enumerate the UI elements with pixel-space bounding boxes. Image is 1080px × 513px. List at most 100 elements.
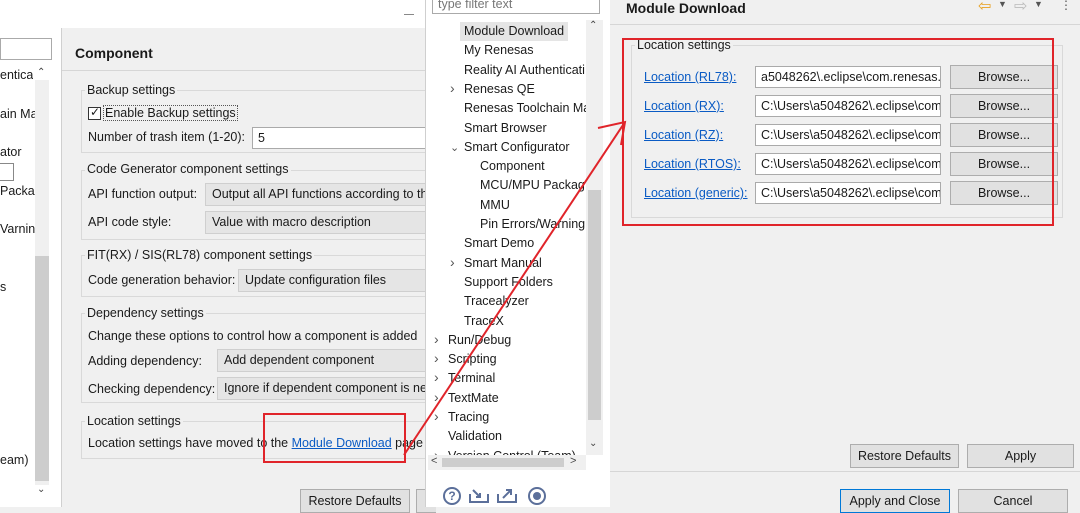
help-icon[interactable]: ? (443, 487, 461, 505)
tree-item-label: Run/Debug (448, 332, 512, 347)
chevron-right-icon[interactable]: › (434, 389, 439, 405)
trash-item-label: Number of trash item (1-20): (88, 130, 245, 144)
left-sidebar-item[interactable]: s (0, 280, 6, 294)
api-style-label: API code style: (88, 215, 172, 229)
tree-item[interactable]: TextMate (448, 389, 499, 408)
scroll-up-icon[interactable]: ⌃ (37, 67, 45, 78)
left-sidebar-item[interactable]: ator (0, 145, 22, 159)
forward-arrow-icon[interactable]: ⇨ (1014, 0, 1027, 16)
left-sidebar-filter-input[interactable] (0, 38, 52, 60)
scroll-down-icon[interactable]: ⌄ (37, 484, 45, 495)
left-sidebar (0, 28, 62, 507)
adding-dependency-label: Adding dependency: (88, 354, 202, 368)
chevron-right-icon[interactable]: › (434, 369, 439, 385)
chevron-right-icon[interactable]: › (434, 350, 439, 366)
tree-item[interactable]: Support Folders (464, 273, 553, 292)
cancel-button[interactable]: Cancel (958, 489, 1068, 513)
tree-item[interactable]: Scripting (448, 350, 497, 369)
tree-item[interactable]: Smart Configurator (464, 138, 570, 157)
tree-item[interactable]: Smart Demo (464, 234, 534, 253)
hscroll-right-icon[interactable]: > (570, 455, 576, 467)
left-sidebar-item[interactable]: Packag (0, 184, 36, 198)
left-sidebar-selection (0, 163, 14, 181)
chevron-right-icon[interactable]: › (434, 408, 439, 424)
export-icon[interactable] (496, 488, 518, 504)
tree-item-label: Smart Demo (464, 236, 535, 251)
left-sidebar-item[interactable]: enticati (0, 68, 33, 82)
tree-item[interactable]: MMU (480, 196, 510, 215)
tree-item-label: TextMate (448, 390, 499, 405)
codegen-settings-title: Code Generator component settings (85, 162, 291, 176)
hscroll-left-icon[interactable]: < (431, 455, 437, 467)
tree-vertical-scrollbar[interactable] (586, 20, 603, 455)
chevron-right-icon[interactable]: › (434, 447, 439, 455)
tree-hscroll-thumb[interactable] (442, 458, 564, 467)
tree-item[interactable]: Validation (448, 427, 502, 446)
tree-item[interactable]: MCU/MPU Packag (480, 176, 585, 195)
location-moved-prefix: Location settings have moved to the (88, 436, 292, 450)
page-title: Component (75, 45, 153, 61)
button-separator (610, 471, 1080, 472)
tree-item[interactable]: Renesas QE (464, 80, 535, 99)
tree-item[interactable]: Tracealyzer (464, 292, 529, 311)
right-restore-defaults-button[interactable]: Restore Defaults (850, 444, 959, 468)
codegen-behavior-label: Code generation behavior: (88, 273, 236, 287)
left-sidebar-item[interactable]: Varning (0, 222, 36, 236)
tree-filter-input[interactable]: type filter text (432, 0, 600, 14)
api-output-select[interactable]: Output all API functions according to th (205, 183, 435, 206)
apply-and-close-button[interactable]: Apply and Close (840, 489, 950, 513)
tree-item[interactable]: Smart Browser (464, 119, 547, 138)
left-sidebar-scrollbar[interactable] (35, 80, 49, 485)
tree-item[interactable]: Component (480, 157, 545, 176)
tree-item-label: Pin Errors/Warning (480, 217, 586, 231)
tree-list: Module Download My Renesas Reality AI Auth… (426, 20, 596, 455)
tree-item[interactable]: Version Control (Team) (448, 447, 576, 455)
dependency-description: Change these options to control how a co… (88, 329, 418, 343)
tree-item-label: Renesas Toolchain Ma (464, 101, 591, 116)
tree-item-label: Smart Manual (464, 255, 542, 270)
view-menu-icon[interactable]: ⋮ (1060, 0, 1072, 12)
import-icon[interactable] (468, 488, 490, 504)
tree-horizontal-scrollbar[interactable] (428, 455, 586, 470)
tree-item-label: Smart Configurator (464, 139, 570, 154)
tree-item[interactable]: TraceX (464, 312, 504, 331)
chevron-down-icon[interactable]: ⌄ (450, 141, 459, 154)
tree-item[interactable]: Module Download (460, 22, 569, 41)
tree-item[interactable]: Reality AI Authenticati (464, 61, 585, 80)
tree-item-label: Module Download (464, 24, 565, 38)
tree-item[interactable]: Renesas Toolchain Ma (464, 99, 590, 118)
tree-scroll-down-icon[interactable]: ⌄ (589, 438, 597, 449)
left-restore-defaults-button[interactable]: Restore Defaults (300, 489, 410, 513)
back-dropdown-icon[interactable]: ▼ (998, 0, 1007, 9)
checking-dependency-select[interactable]: Ignore if dependent component is ne (217, 377, 433, 400)
tree-scroll-up-icon[interactable]: ⌃ (589, 20, 597, 31)
adding-dependency-select[interactable]: Add dependent component (217, 349, 433, 372)
tree-item-label: MMU (480, 197, 510, 212)
back-arrow-icon[interactable]: ⇦ (978, 0, 991, 16)
tree-item-label: Terminal (448, 371, 496, 386)
codegen-behavior-select[interactable]: Update configuration files (238, 269, 433, 292)
trash-item-input[interactable]: 5 (252, 127, 432, 149)
chevron-right-icon[interactable]: › (450, 80, 455, 96)
left-sidebar-scroll-thumb[interactable] (35, 256, 49, 481)
left-sidebar-item[interactable]: ain Ma (0, 107, 38, 121)
chevron-right-icon[interactable]: › (450, 254, 455, 270)
tree-item[interactable]: Pin Errors/Warning (480, 215, 585, 234)
apply-button[interactable]: Apply (967, 444, 1074, 468)
enable-backup-label[interactable]: Enable Backup settings (103, 105, 238, 121)
left-sidebar-item[interactable]: eam) (0, 453, 28, 467)
backup-settings-title: Backup settings (85, 83, 178, 97)
tree-item[interactable]: Terminal (448, 369, 495, 388)
record-icon[interactable] (528, 487, 546, 505)
enable-backup-checkbox[interactable]: ✓ (88, 105, 101, 120)
chevron-right-icon[interactable]: › (434, 331, 439, 347)
tree-item[interactable]: My Renesas (464, 41, 533, 60)
forward-dropdown-icon[interactable]: ▼ (1034, 0, 1043, 9)
tree-item[interactable]: Run/Debug (448, 331, 511, 350)
api-style-select[interactable]: Value with macro description (205, 211, 435, 234)
tree-item-label: Reality AI Authenticati (464, 62, 585, 77)
record-dot (533, 492, 541, 500)
tree-scroll-thumb[interactable] (588, 190, 601, 420)
tree-item[interactable]: Smart Manual (464, 254, 542, 273)
tree-item[interactable]: Tracing (448, 408, 489, 427)
